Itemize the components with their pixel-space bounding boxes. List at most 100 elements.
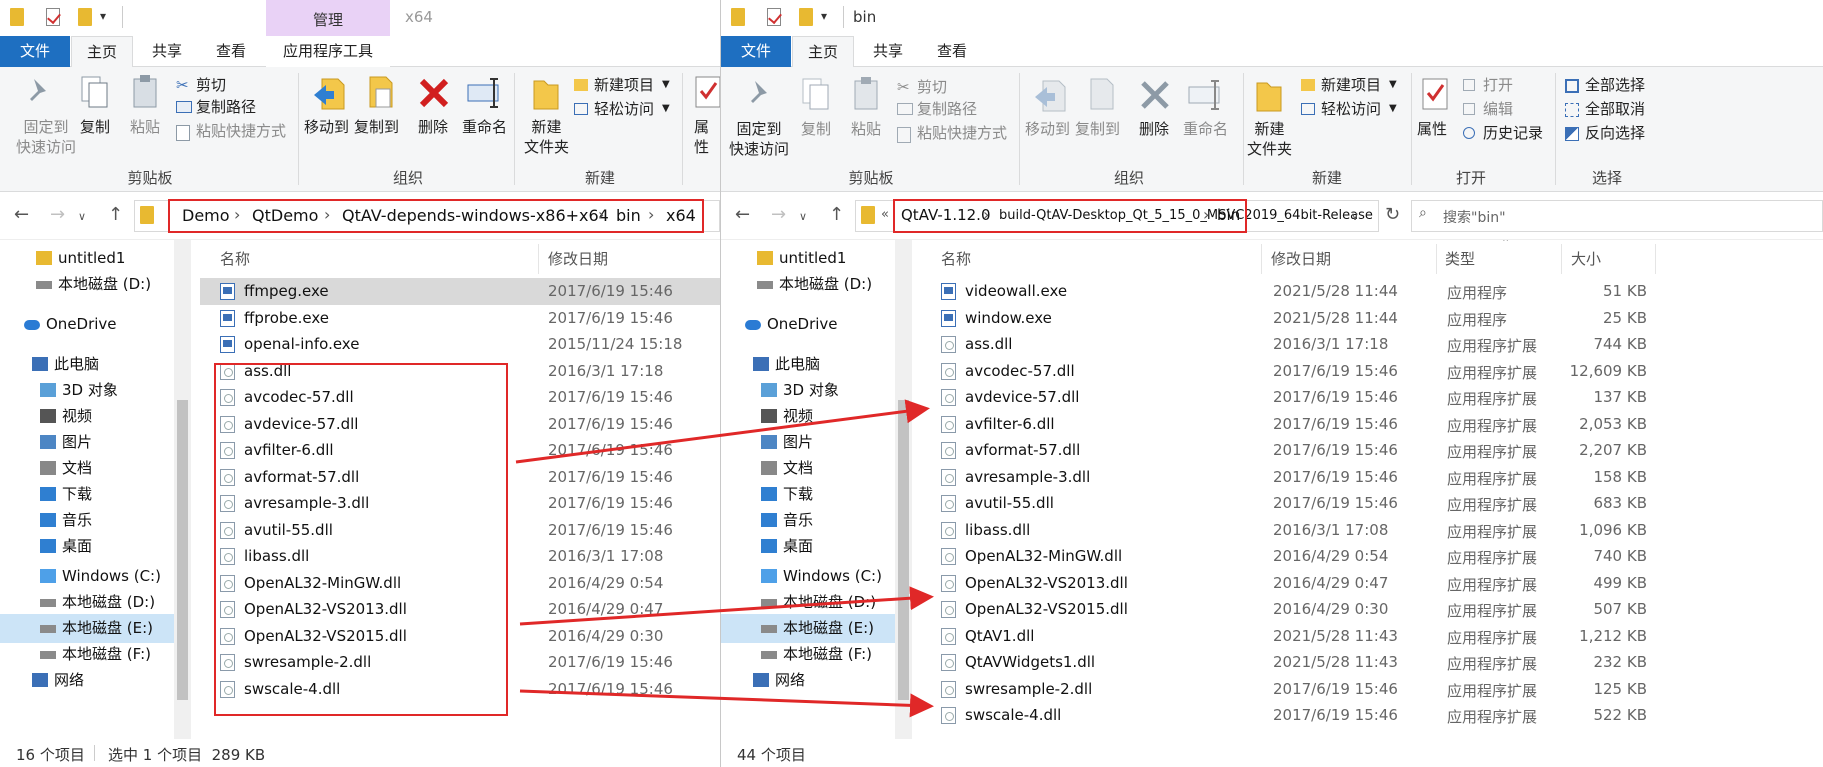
copy-path-button[interactable]: 复制路径 [917, 99, 977, 119]
forward-arrow-icon[interactable]: → [771, 204, 786, 225]
new-folder-button[interactable]: 新建 文件夹 [524, 117, 569, 157]
column-header-date[interactable]: 修改日期 [1271, 248, 1331, 269]
properties-button[interactable]: 属性 [1417, 119, 1447, 139]
move-to-button[interactable]: 移动到 [304, 117, 349, 137]
nav-item[interactable]: 视频 [721, 402, 895, 431]
column-header-size[interactable]: 大小 [1571, 248, 1601, 269]
file-row[interactable]: QtAV1.dll 2021/5/28 11:43 应用程序扩展 1,212 KB [921, 623, 1823, 650]
paste-button[interactable]: 粘贴 [130, 117, 160, 137]
tab-file[interactable]: 文件 [0, 36, 70, 67]
rename-button[interactable]: 重命名 [462, 117, 507, 137]
nav-item[interactable]: 本地磁盘 (D:) [0, 270, 174, 299]
context-tab-manage[interactable]: 管理 [266, 0, 390, 36]
back-arrow-icon[interactable]: ← [14, 204, 29, 225]
tab-view[interactable]: 查看 [200, 36, 262, 67]
nav-item[interactable]: 本地磁盘 (D:) [721, 270, 895, 299]
paste-shortcut-button[interactable]: 粘贴快捷方式 [196, 121, 286, 141]
file-row[interactable]: window.exe 2021/5/28 11:44 应用程序 25 KB [921, 305, 1823, 332]
tab-app-tools[interactable]: 应用程序工具 [266, 36, 390, 67]
properties-check-icon[interactable] [46, 8, 60, 26]
nav-item[interactable]: 音乐 [721, 506, 895, 535]
file-row[interactable]: OpenAL32-VS2015.dll 2016/4/29 0:30 应用程序扩展 5… [921, 596, 1823, 623]
tab-share[interactable]: 共享 [136, 36, 198, 67]
file-row[interactable]: avformat-57.dll 2017/6/19 15:46 应用程序扩展 2,20… [921, 437, 1823, 464]
nav-item[interactable]: 文档 [721, 454, 895, 483]
delete-button[interactable]: 删除 [418, 117, 448, 137]
nav-item[interactable]: 本地磁盘 (D:) [721, 588, 895, 617]
nav-item[interactable]: untitled1 [0, 244, 174, 273]
scrollbar-thumb[interactable] [177, 400, 188, 700]
up-arrow-icon[interactable]: ↑ [829, 204, 844, 225]
pin-quick-access-button[interactable]: 固定到 快速访问 [16, 117, 76, 157]
refresh-icon[interactable]: ↻ [1385, 204, 1400, 225]
file-row[interactable]: ffprobe.exe 2017/6/19 15:46 [200, 305, 720, 332]
nav-item[interactable]: 网络 [721, 666, 895, 695]
quick-access-dropdown-icon[interactable]: ▾ [100, 9, 114, 27]
recent-dropdown-icon[interactable]: ∨ [799, 210, 807, 223]
file-row[interactable]: OpenAL32-VS2013.dll 2016/4/29 0:47 应用程序扩展 4… [921, 570, 1823, 597]
cut-button[interactable]: 剪切 [917, 77, 947, 97]
new-folder-button[interactable]: 新建 文件夹 [1247, 119, 1292, 159]
nav-item[interactable]: OneDrive [721, 310, 895, 339]
nav-scrollbar[interactable] [174, 240, 191, 739]
file-row[interactable]: QtAVWidgets1.dll 2021/5/28 11:43 应用程序扩展 232… [921, 649, 1823, 676]
up-arrow-icon[interactable]: ↑ [108, 204, 123, 225]
nav-item[interactable]: 图片 [0, 428, 174, 457]
nav-item[interactable]: 3D 对象 [721, 376, 895, 405]
file-row[interactable]: swresample-2.dll 2017/6/19 15:46 应用程序扩展 125… [921, 676, 1823, 703]
invert-selection-button[interactable]: 反向选择 [1585, 123, 1645, 143]
nav-item[interactable]: 本地磁盘 (F:) [721, 640, 895, 669]
nav-scrollbar[interactable] [895, 240, 912, 739]
cut-button[interactable]: 剪切 [196, 75, 226, 95]
column-header-name[interactable]: 名称 [941, 248, 971, 269]
column-header-date[interactable]: 修改日期 [548, 248, 608, 269]
pin-quick-access-button[interactable]: 固定到 快速访问 [729, 119, 789, 159]
file-row[interactable]: avcodec-57.dll 2017/6/19 15:46 应用程序扩展 12,60… [921, 358, 1823, 385]
select-none-button[interactable]: 全部取消 [1585, 99, 1645, 119]
new-folder-icon[interactable] [799, 8, 813, 26]
file-row[interactable]: ffmpeg.exe 2017/6/19 15:46 [200, 278, 720, 305]
open-button[interactable]: 打开 [1483, 75, 1513, 95]
file-row[interactable]: swscale-4.dll 2017/6/19 15:46 应用程序扩展 522 KB [921, 702, 1823, 729]
new-folder-icon[interactable] [78, 8, 92, 26]
paste-shortcut-button[interactable]: 粘贴快捷方式 [917, 123, 1007, 143]
easy-access-button[interactable]: 轻松访问 [1321, 99, 1381, 119]
nav-item[interactable]: OneDrive [0, 310, 174, 339]
file-row[interactable]: avdevice-57.dll 2017/6/19 15:46 应用程序扩展 137 … [921, 384, 1823, 411]
tab-home[interactable]: 主页 [792, 36, 854, 68]
tab-file[interactable]: 文件 [721, 36, 791, 67]
edit-button[interactable]: 编辑 [1483, 99, 1513, 119]
nav-item[interactable]: 本地磁盘 (E:) [0, 614, 174, 643]
file-row[interactable]: avfilter-6.dll 2017/6/19 15:46 应用程序扩展 2,053… [921, 411, 1823, 438]
tab-home[interactable]: 主页 [71, 36, 133, 68]
copy-to-button[interactable]: 复制到 [1075, 119, 1120, 139]
nav-item[interactable]: 网络 [0, 666, 174, 695]
copy-path-button[interactable]: 复制路径 [196, 97, 256, 117]
copy-to-button[interactable]: 复制到 [354, 117, 399, 137]
chevron-down-icon[interactable]: ▼ [1389, 99, 1397, 119]
quick-access-dropdown-icon[interactable]: ▾ [821, 9, 835, 27]
nav-item[interactable]: 桌面 [721, 532, 895, 561]
column-header-type[interactable]: 类型 [1445, 248, 1475, 269]
scrollbar-thumb[interactable] [898, 400, 909, 700]
copy-button[interactable]: 复制 [80, 117, 110, 137]
nav-item[interactable]: 视频 [0, 402, 174, 431]
move-to-button[interactable]: 移动到 [1025, 119, 1070, 139]
nav-item[interactable]: 图片 [721, 428, 895, 457]
recent-dropdown-icon[interactable]: ∨ [78, 210, 86, 223]
new-item-button[interactable]: 新建项目 [1321, 75, 1381, 95]
nav-item[interactable]: 文档 [0, 454, 174, 483]
nav-item[interactable]: untitled1 [721, 244, 895, 273]
nav-item[interactable]: 本地磁盘 (F:) [0, 640, 174, 669]
file-row[interactable]: avresample-3.dll 2017/6/19 15:46 应用程序扩展 158… [921, 464, 1823, 491]
file-row[interactable]: avutil-55.dll 2017/6/19 15:46 应用程序扩展 683 KB [921, 490, 1823, 517]
chevron-down-icon[interactable]: ▼ [662, 99, 670, 119]
nav-item[interactable]: 下载 [721, 480, 895, 509]
nav-item[interactable]: 音乐 [0, 506, 174, 535]
column-header-name[interactable]: 名称 [220, 248, 250, 269]
nav-item[interactable]: 下载 [0, 480, 174, 509]
properties-button[interactable]: 属性 [694, 117, 720, 157]
nav-item[interactable]: 本地磁盘 (E:) [721, 614, 895, 643]
easy-access-button[interactable]: 轻松访问 [594, 99, 654, 119]
delete-button[interactable]: 删除 [1139, 119, 1169, 139]
